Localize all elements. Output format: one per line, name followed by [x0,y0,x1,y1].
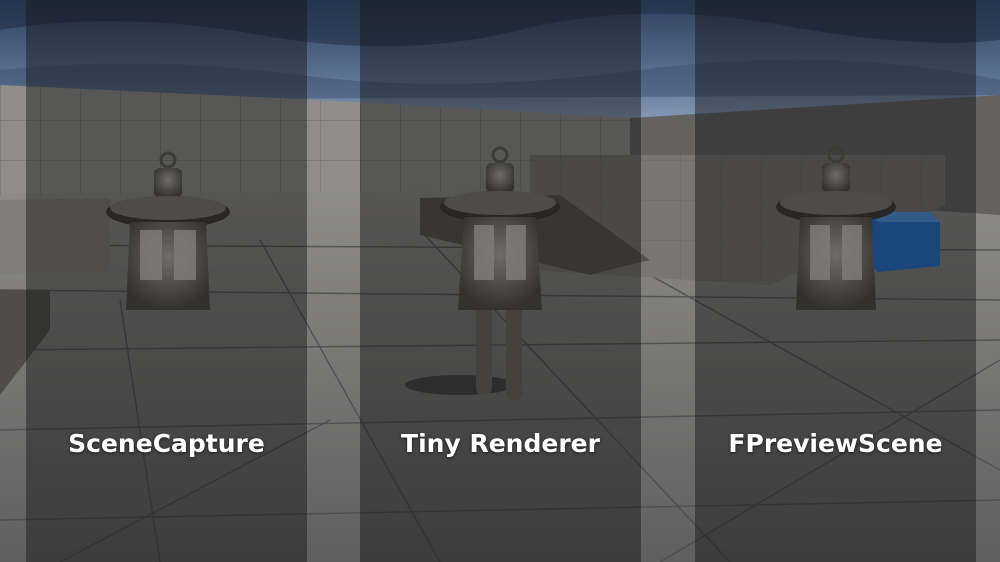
viewport-scene: SceneCapture Tiny Renderer FPreviewScene [0,0,1000,562]
panel-fpreviewscene [695,0,976,562]
label-fpreviewscene: FPreviewScene [728,429,943,458]
panel-tiny-renderer [360,0,641,562]
label-scenecapture: SceneCapture [68,429,265,458]
panel-scenecapture [26,0,307,562]
label-tiny-renderer: Tiny Renderer [401,429,600,458]
